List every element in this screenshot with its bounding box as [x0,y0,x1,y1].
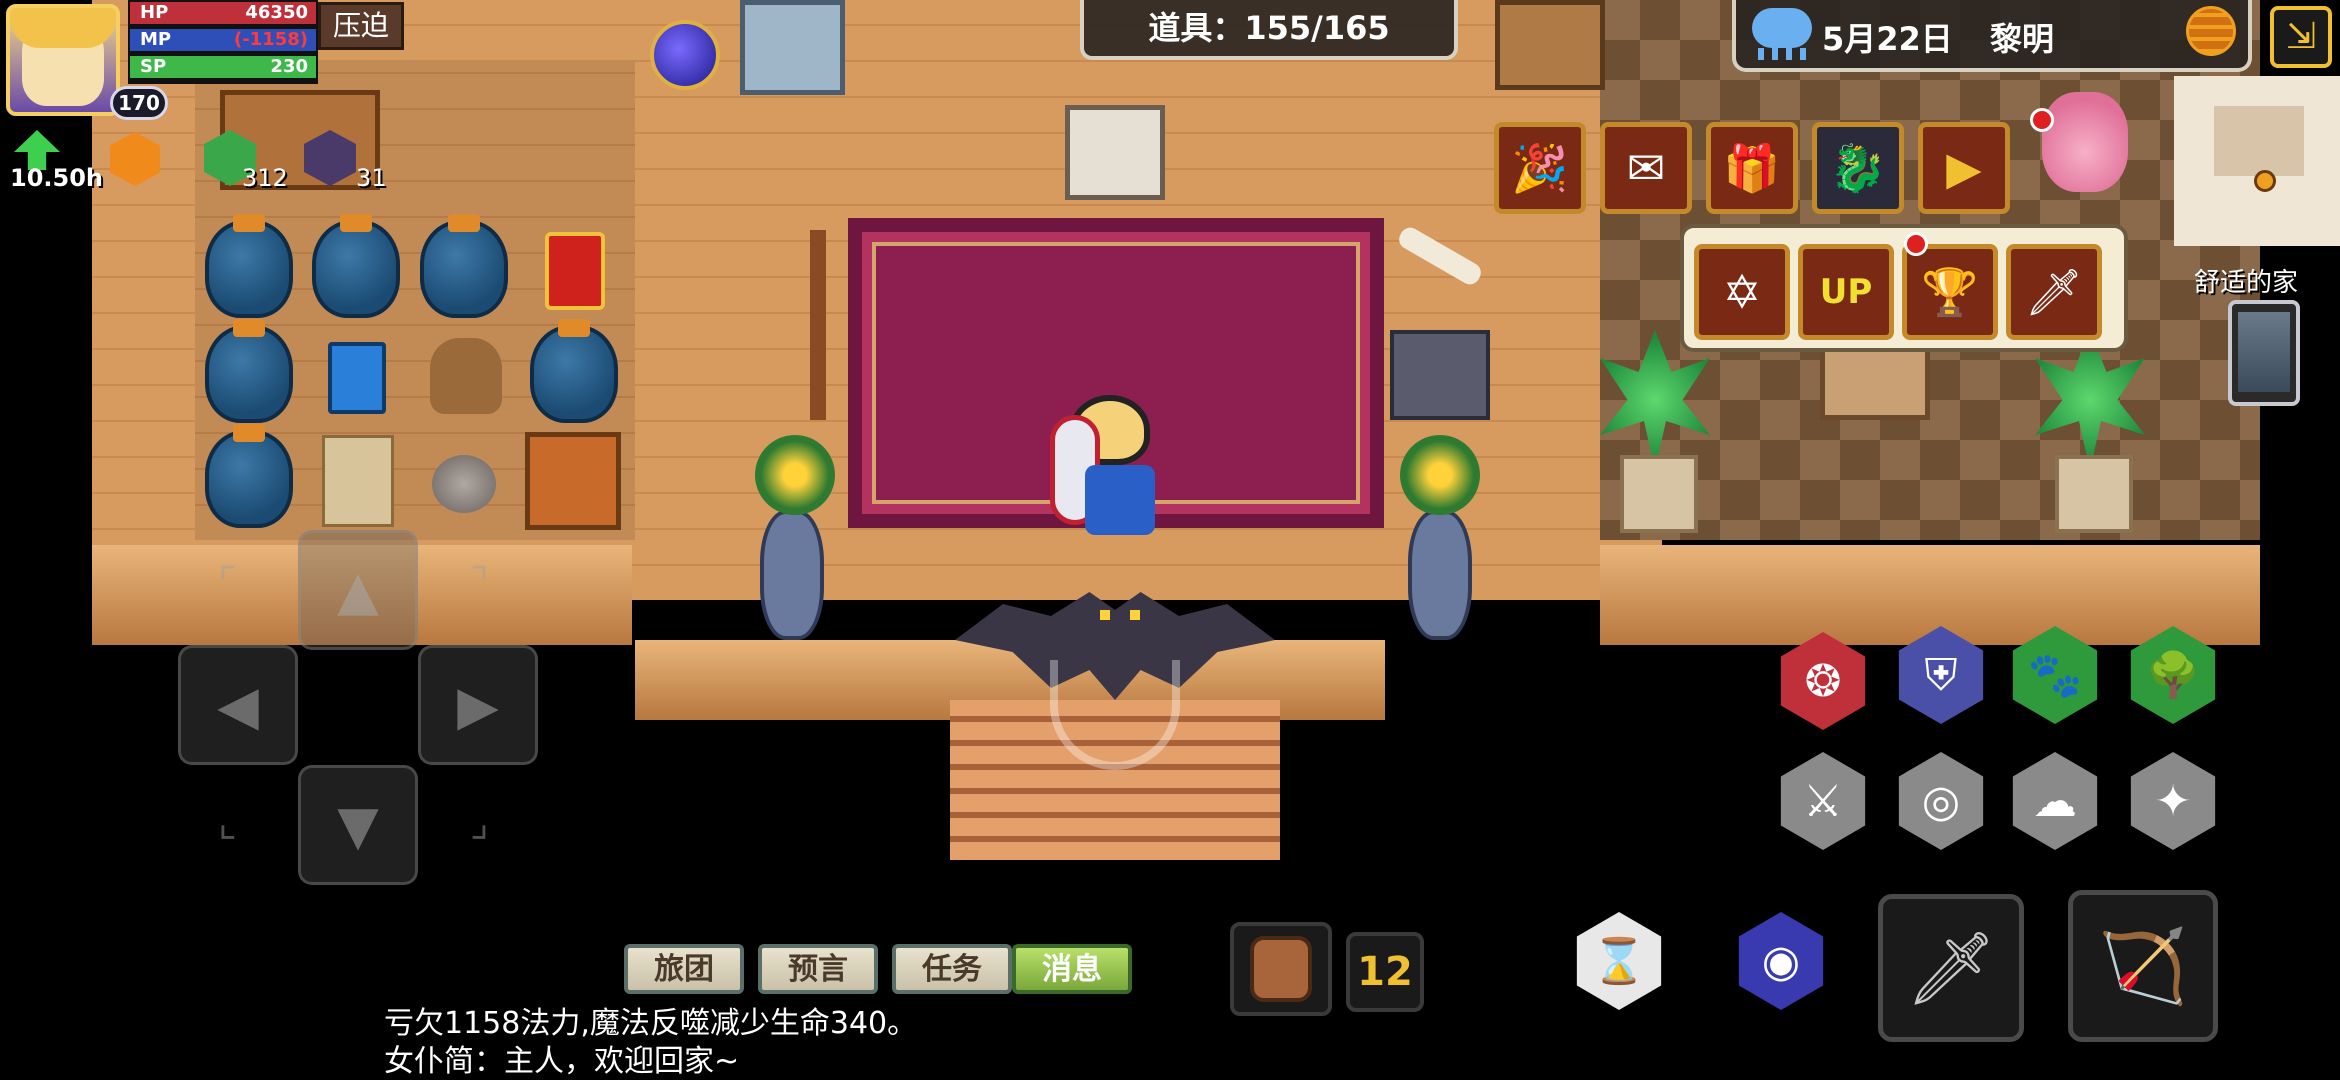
dpad-upright-button[interactable]: ⌝ [470,560,489,606]
flowers-left [755,435,835,515]
bow-attack-button[interactable]: 🏹 [2068,890,2218,1042]
tab-quests[interactable]: 任务 [892,944,1012,994]
mp-label: MP [140,29,172,50]
play-video-icon[interactable]: ▶ [1918,122,2010,214]
notice-stand [1065,105,1165,200]
rain-cloud-icon [1752,8,1812,48]
backpack-button[interactable] [1230,922,1332,1016]
rain-drops [1758,48,1808,60]
hp-label: HP [140,2,169,23]
magic-circle-icon[interactable]: ✡ [1694,244,1790,340]
dragon-head-icon[interactable]: 🐉 [1812,122,1904,214]
mp-bar: MP (-1158) [130,29,316,51]
bunny-npc-icon[interactable] [2042,92,2128,192]
stone-item [432,455,496,513]
message-line-2: 女仆简：主人，欢迎回家~ [384,1044,740,1079]
potion-item [322,435,394,527]
dpad-up-button[interactable]: ▲ [298,530,418,650]
sp-label: SP [140,56,167,77]
trophy-icon[interactable]: 🏆 [1902,244,1998,340]
globe-network-icon[interactable] [2186,6,2236,56]
anvil-item [1390,330,1490,420]
tab-guild[interactable]: 旅团 [624,944,744,994]
notification-dot [1904,232,1928,256]
backpack-icon [1250,936,1312,1002]
grandfather-clock [1495,0,1605,90]
gift-box-icon[interactable]: 🎁 [1706,122,1798,214]
storage-vase [312,214,400,318]
player-avatar[interactable] [6,4,120,116]
storage-vase [205,319,293,423]
dpad-down-button[interactable]: ▼ [298,765,418,885]
sp-value: 230 [270,56,308,77]
time-of-day-label: 黎明 [1990,20,2055,58]
dpad-upleft-button[interactable]: ⌜ [218,560,237,606]
grape-sack-item [430,338,502,414]
sword-shield-icon[interactable]: 🗡 [2006,244,2102,340]
treasure-chest-item [525,432,621,530]
plant-pot [1620,455,1698,533]
level-badge: 170 [110,86,168,120]
flower-vase-right [1408,510,1472,640]
hotbar-page-switch[interactable]: 12 [1346,932,1424,1012]
status-oppress[interactable]: 压迫 [318,2,404,50]
storage-vase [205,214,293,318]
tab-prophecy[interactable]: 预言 [758,944,878,994]
storage-vase [530,319,618,423]
sword-attack-button[interactable]: 🗡 [1878,894,2024,1042]
phone-icon[interactable] [2228,300,2300,406]
flower-vase-left [760,510,824,640]
storage-vase [420,214,508,318]
player-character[interactable] [1030,395,1180,545]
minimap[interactable] [2174,76,2340,246]
stone-statue-base [740,0,845,95]
mp-value: (-1158) [233,29,308,50]
exit-fullscreen-button[interactable]: ⇲ [2270,6,2332,68]
location-name: 舒适的家 [2194,268,2299,298]
dpad-downright-button[interactable]: ⌟ [470,800,489,846]
orb-pedestal [650,20,720,90]
level-up-icon[interactable]: UP [1798,244,1894,340]
plant-pot [2055,455,2133,533]
date-label: 5月22日 [1822,20,1953,58]
buff-duration: 10.50h [10,164,103,192]
inventory-counter[interactable]: 道具：155/165 [1080,0,1458,60]
hp-bar: HP 46350 [130,2,316,24]
mail-gift-icon[interactable]: ✉ [1600,122,1692,214]
sp-bar: SP 230 [130,56,316,78]
flowers-right [1400,435,1480,515]
dpad-right-button[interactable]: ▶ [418,645,538,765]
buff-count: 312 [242,164,288,192]
tab-messages[interactable]: 消息 [1012,944,1132,994]
coat-rack [810,230,826,420]
buff-count: 31 [356,164,387,192]
bat-eyes [1100,610,1140,620]
blue-book-item [328,342,386,414]
dpad-downleft-button[interactable]: ⌞ [218,800,237,846]
red-envelope-item [545,232,605,310]
player-marker-icon [2254,170,2276,192]
storage-vase [205,424,293,528]
hp-value: 46350 [245,2,308,23]
dpad-left-button[interactable]: ◀ [178,645,298,765]
party-popper-icon[interactable]: 🎉 [1494,122,1586,214]
front-ledge-right [1600,545,2260,645]
notification-dot [2030,108,2054,132]
